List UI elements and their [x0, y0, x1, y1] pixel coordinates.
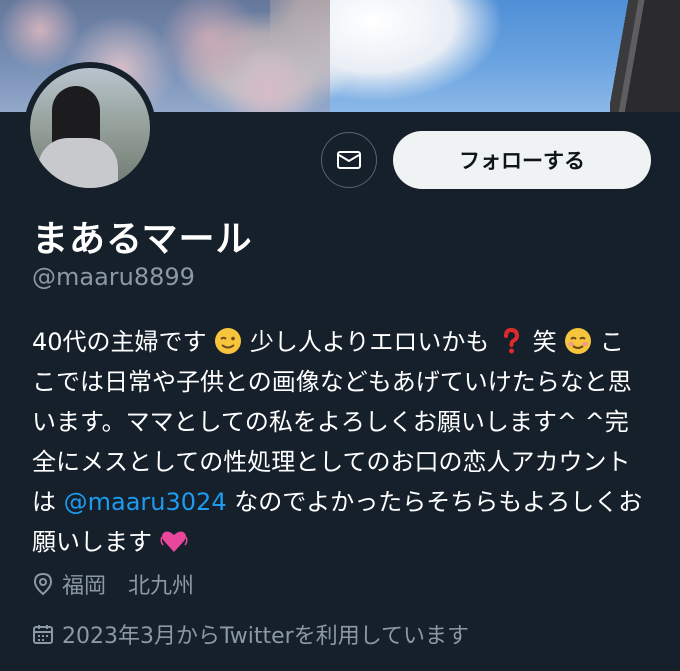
- bio-text: 笑: [532, 328, 557, 356]
- profile-bio: 40代の主婦です 少し人よりエロいかも 笑 ここでは日常や子供との画像などもあげ…: [32, 322, 647, 562]
- avatar[interactable]: [24, 62, 156, 194]
- map-pin-icon: [33, 572, 53, 596]
- bio-text: 40代の主婦です: [32, 328, 207, 356]
- winking-face-emoji: [215, 328, 242, 354]
- profile-joined-date: 2023年3月からTwitterを利用しています: [32, 618, 469, 650]
- beating-heart-emoji: [160, 531, 188, 552]
- message-button[interactable]: [321, 132, 377, 188]
- location-text: 福岡 北九州: [62, 574, 195, 599]
- bio-text: 少し人よりエロいかも: [249, 328, 490, 356]
- follow-button[interactable]: フォローする: [393, 131, 651, 189]
- joined-text: 2023年3月からTwitterを利用しています: [62, 624, 470, 649]
- profile-location: 福岡 北九州: [32, 568, 194, 600]
- calendar-icon: [33, 625, 53, 644]
- display-name: まあるマール: [32, 219, 253, 260]
- avatar-body: [38, 138, 118, 188]
- envelope-icon: [337, 151, 361, 169]
- mention-link[interactable]: @maaru3024: [64, 488, 227, 516]
- banner-roof: [610, 0, 680, 112]
- red-question-mark-emoji: [504, 327, 520, 354]
- avatar-photo: [30, 68, 150, 188]
- user-handle: @maaru8899: [32, 263, 195, 291]
- smiling-face-emoji: [565, 328, 592, 354]
